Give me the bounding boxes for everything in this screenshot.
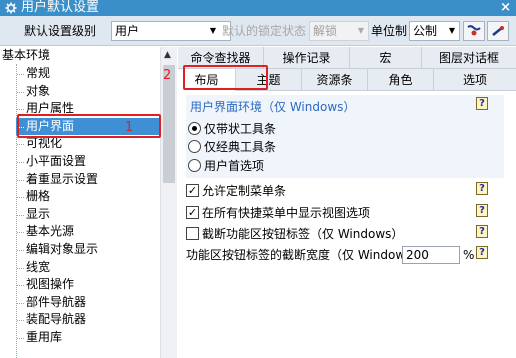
tree-item[interactable]: 部件导航器 (16, 294, 160, 312)
tree-item[interactable]: 视图操作 (16, 276, 160, 294)
tree-scrollbar[interactable]: ▲ (160, 47, 177, 358)
annotation-1: 1 (125, 120, 134, 135)
radio-selected-icon[interactable] (188, 121, 201, 135)
chevron-down-icon[interactable]: ▼ (206, 21, 220, 41)
help-icon[interactable]: ? (476, 225, 488, 238)
checkbox-checked-icon[interactable]: ✓ (186, 205, 199, 219)
check-label: 允许定制菜单条 (202, 183, 287, 198)
tree-item[interactable]: 装配导航器 (16, 311, 160, 329)
check-view-options[interactable]: ✓ 在所有快捷菜单中显示视图选项 (186, 204, 370, 220)
truncate-width-label: 功能区按钮标签的截断宽度（仅 Window (186, 248, 406, 262)
title-bar: 用户默认设置 × (0, 0, 516, 16)
help-icon[interactable]: ? (476, 204, 488, 217)
tab-resource-bar[interactable]: 资源条 (302, 69, 368, 91)
radio-icon[interactable] (188, 139, 201, 153)
tree-root[interactable]: 基本环境 (2, 47, 50, 64)
tab-options[interactable]: 选项 (434, 69, 516, 91)
tree-item[interactable]: 可视化 (16, 135, 160, 153)
radio-user-preference[interactable]: 用户首选项 (188, 157, 264, 173)
check-label: 截断功能区按钮标签（仅 Windows） (202, 226, 404, 241)
filter-icon (467, 25, 481, 36)
tree-item[interactable]: 编辑对象显示 (16, 241, 160, 259)
tree-item[interactable]: 栅格 (16, 188, 160, 206)
percent-unit: % (463, 248, 475, 262)
tab-operation-log[interactable]: 操作记录 (264, 47, 350, 69)
unit-label: 单位制 (371, 24, 408, 38)
tree-item[interactable]: 重用库 (16, 329, 160, 347)
truncate-width-input[interactable]: 200 (402, 246, 460, 264)
checkbox-icon[interactable] (186, 226, 199, 240)
tree-item[interactable]: 对象 (16, 83, 160, 101)
checkbox-checked-icon[interactable]: ✓ (186, 183, 199, 197)
window-title: 用户默认设置 (21, 0, 100, 15)
help-icon[interactable]: ? (476, 97, 488, 110)
radio-label: 仅带状工具条 (204, 121, 277, 136)
tab-macro[interactable]: 宏 (350, 47, 422, 69)
chevron-down-icon[interactable]: ▼ (354, 21, 368, 41)
chevron-down-icon[interactable]: ▼ (445, 21, 459, 41)
tree-item[interactable]: 小平面设置 (16, 153, 160, 171)
tree-item[interactable]: 着重显示设置 (16, 171, 160, 189)
highlight-box (183, 65, 268, 90)
tab-layer-dialog[interactable]: 图层对话框 (422, 47, 516, 69)
annotation-2: 2 (163, 68, 172, 83)
tab-role[interactable]: 角色 (368, 69, 434, 91)
radio-label: 仅经典工具条 (204, 139, 277, 154)
filter-button[interactable] (463, 21, 485, 41)
chevron-up-icon[interactable]: ▲ (164, 50, 171, 60)
radio-label: 用户首选项 (204, 158, 265, 173)
check-label: 在所有快捷菜单中显示视图选项 (202, 205, 371, 220)
radio-ribbon-only[interactable]: 仅带状工具条 (188, 120, 276, 136)
tree-item[interactable]: 显示 (16, 206, 160, 224)
gear-icon (4, 1, 18, 15)
check-truncate-labels[interactable]: 截断功能区按钮标签（仅 Windows） (186, 225, 403, 241)
highlight-box (17, 114, 161, 138)
settings-tree: 基本环境 常规 对象 用户属性 用户界面 可视化 小平面设置 着重显示设置 栅格… (0, 47, 177, 358)
wand-icon (492, 26, 504, 36)
help-icon[interactable]: ? (476, 182, 488, 195)
radio-classic-only[interactable]: 仅经典工具条 (188, 138, 276, 154)
lock-label: 默认的锁定状态 (222, 24, 307, 38)
radio-icon[interactable] (188, 158, 201, 172)
close-button[interactable]: × (500, 1, 511, 15)
tree-item[interactable]: 线宽 (16, 259, 160, 277)
check-customize-menubar[interactable]: ✓ 允许定制菜单条 (186, 182, 286, 198)
group-title: 用户界面环境（仅 Windows） (190, 100, 356, 114)
tree-item[interactable]: 常规 (16, 65, 160, 83)
tree-item[interactable]: 基本光源 (16, 223, 160, 241)
settings-toolbar: 默认设置级别 用户 ▼ 默认的锁定状态 解锁 ▼ 单位制 公制 ▼ (0, 16, 516, 46)
level-label: 默认设置级别 (24, 24, 97, 38)
tool-button[interactable] (487, 21, 509, 41)
help-icon[interactable]: ? (476, 246, 488, 259)
